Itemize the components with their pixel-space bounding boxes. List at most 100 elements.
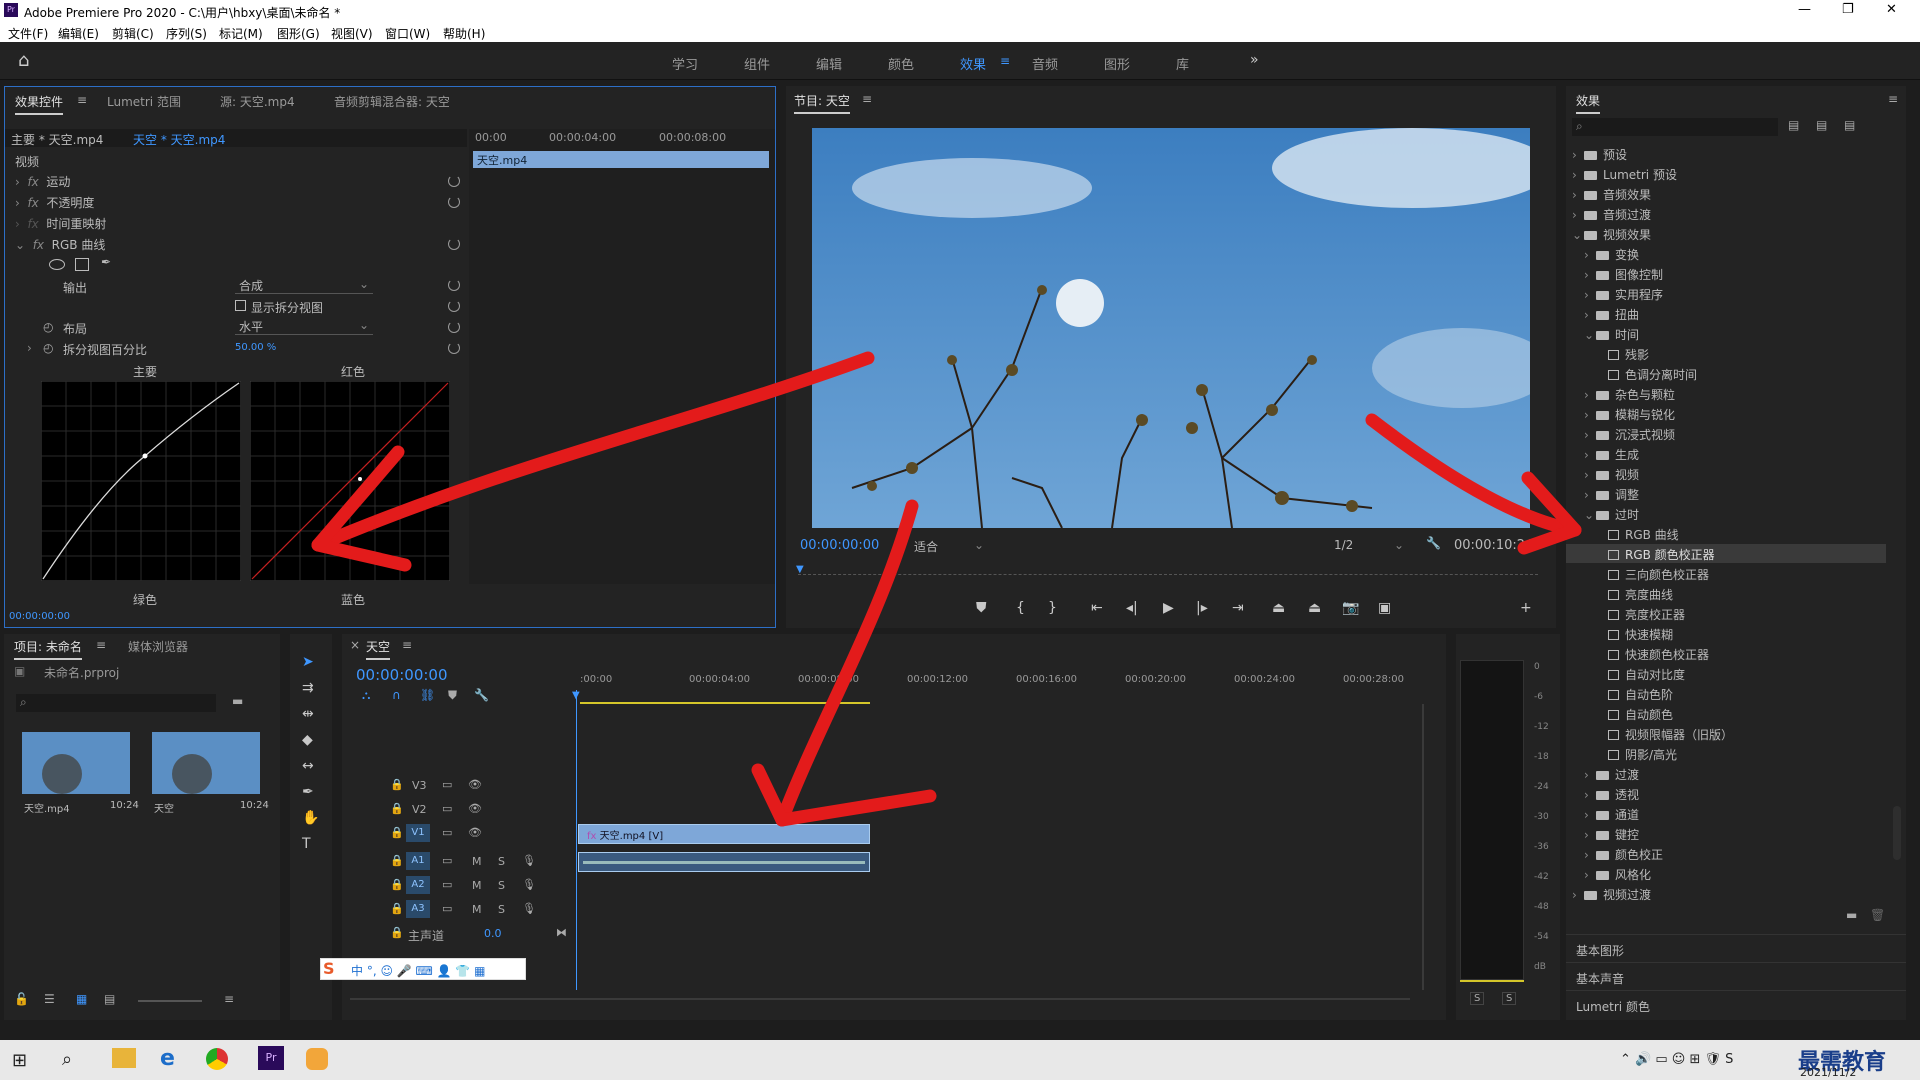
track-target-a3[interactable]: A3 [406,900,430,918]
effects-tree-category[interactable]: › 颜色校正 [1566,844,1886,863]
extract-button[interactable]: ⏏ [1308,600,1321,616]
lock-icon[interactable]: 🔒 [390,878,404,891]
effects-tree-effect[interactable]: 阴影/高光 [1566,744,1886,763]
stopwatch-icon[interactable]: ◴ [43,320,53,334]
ime-toolbar[interactable]: S 中 °, ☺ 🎤 ⌨ 👤 👕 ▦ [320,958,526,980]
quality-dropdown[interactable]: 1/2 ⌄ [1330,536,1408,554]
lock-icon[interactable]: 🔒 [390,854,404,867]
wrench-icon[interactable]: 🔧 [1426,536,1441,550]
close-tab-icon[interactable]: × [350,638,360,652]
close-icon[interactable]: ✕ [1886,2,1897,17]
lock-icon[interactable]: 🔓 [14,992,29,1006]
step-forward-button[interactable]: |▸ [1196,600,1208,616]
system-tray-icons[interactable]: ⌃ 🔊 ▭ ☺ ⊞ 🛡 S [1620,1052,1733,1067]
workspace-color[interactable]: 颜色 [888,54,914,73]
menu-sequence[interactable]: 序列(S) [166,25,207,42]
file-explorer-icon[interactable] [112,1048,136,1068]
effects-tree-item[interactable]: › 音频效果 [1566,184,1886,203]
effects-tree-category[interactable]: › 风格化 [1566,864,1886,883]
split-view-checkbox[interactable] [235,300,246,311]
effects-tree-effect[interactable]: 自动色阶 [1566,684,1886,703]
effects-tree-category[interactable]: › 透视 [1566,784,1886,803]
effects-tree-category[interactable]: › 过渡 [1566,764,1886,783]
tab-lumetri-scopes[interactable]: Lumetri 范围 [107,93,181,110]
panel-menu-icon[interactable]: ≡ [96,638,106,652]
work-area-bar[interactable] [580,702,870,704]
tab-project[interactable]: 项目: 未命名 [14,638,82,660]
lock-icon[interactable]: 🔒 [390,802,404,815]
new-bin-icon[interactable]: ▬ [1846,908,1857,922]
maximize-icon[interactable]: ❐ [1842,2,1854,17]
more-workspaces-icon[interactable]: » [1250,52,1259,68]
effects-tree-effect[interactable]: 亮度校正器 [1566,604,1886,623]
pen-mask-icon[interactable]: ✒ [101,255,111,269]
effects-tree-item[interactable]: › Lumetri 预设 [1566,164,1886,183]
effects-tree-item[interactable]: ⌄ 视频效果 [1566,224,1886,243]
effect-row-opacity[interactable]: › fx 不透明度 [15,194,94,211]
reset-icon[interactable] [448,321,460,333]
mark-in-button[interactable]: { [1016,600,1025,616]
comparison-view-button[interactable]: ▣ [1378,600,1391,616]
sequence-tab[interactable]: 天空 [366,638,391,660]
effects-tree-category[interactable]: › 通道 [1566,804,1886,823]
sequence-item-thumbnail[interactable] [152,732,260,794]
selection-tool-icon[interactable]: ➤ [302,654,314,670]
step-back-button[interactable]: ◂| [1126,600,1138,616]
panel-menu-icon[interactable]: ≡ [77,93,87,107]
eye-icon[interactable]: 👁 [468,802,482,815]
program-title[interactable]: 节目: 天空 [794,92,850,114]
effects-tree-effect[interactable]: 自动对比度 [1566,664,1886,683]
effects-tree-category[interactable]: › 键控 [1566,824,1886,843]
panel-menu-icon[interactable]: ≡ [402,638,412,652]
delete-icon[interactable]: 🗑 [1870,908,1885,922]
track-select-tool-icon[interactable]: ⇉ [302,680,314,696]
sequence-clip-label[interactable]: 天空 * 天空.mp4 [133,131,225,148]
workspace-learn[interactable]: 学习 [672,54,698,73]
essential-graphics-section[interactable]: 基本图形 [1576,942,1624,959]
effects-scrollbar[interactable] [1893,806,1901,860]
linked-selection-icon[interactable]: ⛓ [420,688,435,702]
mic-icon[interactable]: 🎙 [522,902,536,915]
timeline-hscroll[interactable] [350,998,1410,1000]
solo-button[interactable]: S [498,855,505,868]
effects-tree-effect[interactable]: 视频限幅器（旧版） [1566,724,1886,743]
accelerated-effects-icon[interactable]: ▤ [1788,118,1799,132]
red-curve-graph[interactable] [250,381,450,581]
workspace-graphics[interactable]: 图形 [1104,54,1130,73]
essential-sound-section[interactable]: 基本声音 [1576,970,1624,987]
tab-effect-controls[interactable]: 效果控件 [15,93,64,115]
layout-dropdown[interactable]: 水平 ⌄ [235,318,373,335]
ec-clip-bar[interactable]: 天空.mp4 [473,151,769,168]
menu-edit[interactable]: 编辑(E) [58,25,99,42]
effects-tree-category[interactable]: ⌄ 过时 [1566,504,1886,523]
rectangle-mask-icon[interactable] [75,258,89,271]
timeline-settings-icon[interactable]: 🔧 [474,688,489,702]
razor-tool-icon[interactable]: ◆ [302,732,313,748]
go-to-out-button[interactable]: ⇥ [1232,600,1244,616]
effects-tree-category[interactable]: › 变换 [1566,244,1886,263]
lumetri-color-section[interactable]: Lumetri 颜色 [1576,998,1650,1015]
workspace-editing[interactable]: 编辑 [816,54,842,73]
split-percent-value[interactable]: 50.00 % [235,342,276,353]
lock-icon[interactable]: 🔒 [390,826,404,839]
edge-icon[interactable]: e [160,1046,175,1071]
effects-tree-category[interactable]: › 杂色与颗粒 [1566,384,1886,403]
slip-tool-icon[interactable]: ↔ [302,758,314,774]
mic-icon[interactable]: 🎙 [522,878,536,891]
workspace-assembly[interactable]: 组件 [744,54,770,73]
effects-tree-category[interactable]: › 视频 [1566,464,1886,483]
reset-icon[interactable] [448,196,460,208]
effects-search-input[interactable]: ⌕ [1572,118,1778,136]
lift-button[interactable]: ⏏ [1272,600,1285,616]
sync-lock-icon[interactable]: ▭ [442,778,452,791]
add-marker-button[interactable]: ⛊ [976,600,987,616]
effects-tree-category[interactable]: › 生成 [1566,444,1886,463]
lock-icon[interactable]: 🔒 [390,902,404,915]
effects-tree-category[interactable]: › 图像控制 [1566,264,1886,283]
search-icon[interactable]: ⌕ [62,1049,72,1070]
menu-window[interactable]: 窗口(W) [385,25,430,42]
play-button[interactable]: ▶ [1163,600,1174,616]
workspace-effects[interactable]: 效果 [960,54,986,73]
new-bin-icon[interactable]: ▬ [232,694,243,708]
lock-icon[interactable]: 🔒 [390,926,404,939]
